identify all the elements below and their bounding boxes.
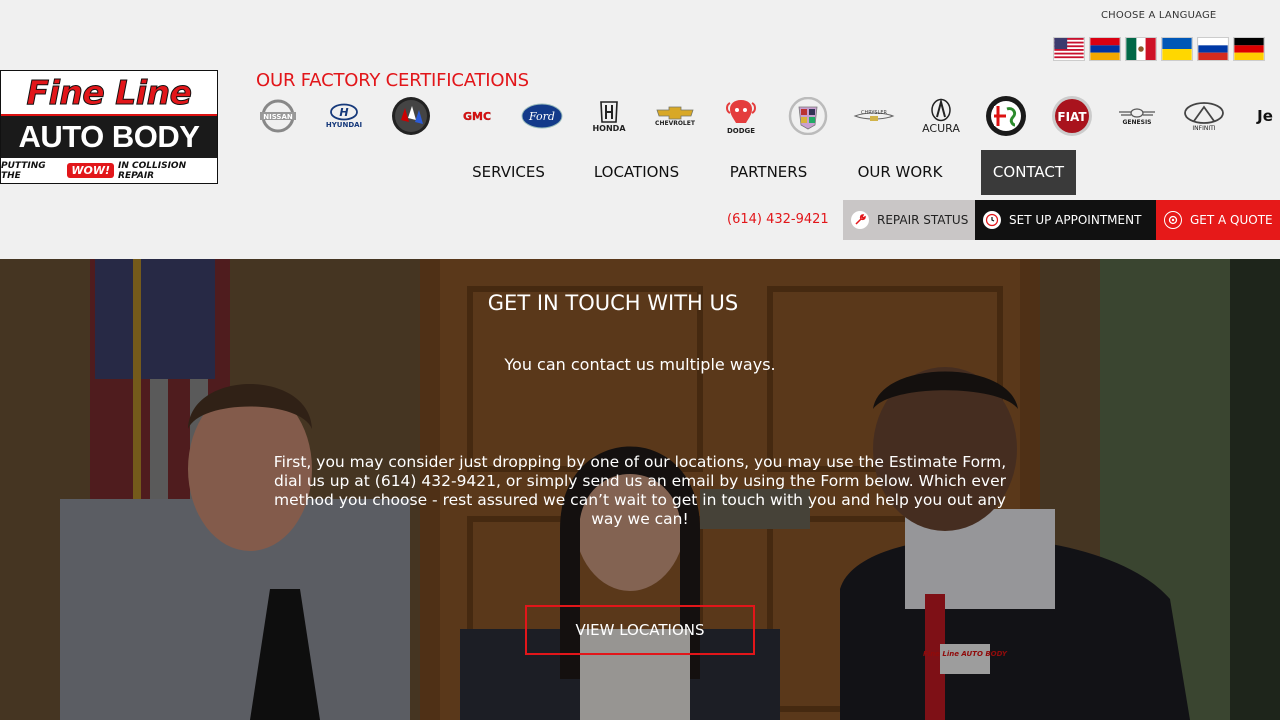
dodge-logo[interactable]: DODGE <box>718 94 764 138</box>
jeep-label: Je <box>1257 107 1273 125</box>
clock-icon <box>983 211 1001 229</box>
ford-logo[interactable]: Ford <box>520 94 564 138</box>
repair-status-button[interactable]: REPAIR STATUS <box>843 200 975 240</box>
chrysler-logo[interactable]: CHRYSLER <box>852 94 896 138</box>
dodge-label: DODGE <box>726 127 756 135</box>
alfa-romeo-logo[interactable] <box>984 94 1028 138</box>
nav-our-work[interactable]: OUR WORK <box>846 150 954 195</box>
gmc-logo[interactable]: GMC <box>454 94 500 138</box>
germany-flag-icon[interactable] <box>1233 37 1265 61</box>
nav-services[interactable]: SERVICES <box>462 150 555 195</box>
hyundai-logo[interactable]: H HYUNDAI <box>320 94 368 138</box>
get-quote-button[interactable]: GET A QUOTE <box>1156 200 1280 240</box>
acura-logo[interactable]: ACURA <box>918 94 964 138</box>
chevrolet-label: CHEVROLET <box>655 119 695 127</box>
language-flags <box>1053 37 1265 61</box>
appointment-button[interactable]: SET UP APPOINTMENT <box>975 200 1156 240</box>
appointment-label: SET UP APPOINTMENT <box>1009 213 1142 227</box>
jeep-logo[interactable]: Je <box>1250 94 1280 138</box>
site-logo[interactable]: Fine Line AUTO BODY PUTTING THE WOW! IN … <box>0 70 218 184</box>
hero-subtitle: You can contact us multiple ways. <box>504 355 776 374</box>
nav-locations[interactable]: LOCATIONS <box>583 150 690 195</box>
site-header: CHOOSE A LANGUAGE Fine Line AUTO BODY PU… <box>0 0 1280 259</box>
phone-link[interactable]: (614) 432-9421 <box>727 212 829 227</box>
get-quote-label: GET A QUOTE <box>1190 213 1273 227</box>
logo-line2: AUTO BODY <box>18 119 200 154</box>
russia-flag-icon[interactable] <box>1197 37 1229 61</box>
hyundai-label: HYUNDAI <box>325 121 363 129</box>
brand-logos-strip: NISSAN H HYUNDAI GMC Ford HONDA CHEVROLE… <box>256 94 1280 138</box>
chevrolet-logo[interactable]: CHEVROLET <box>652 94 698 138</box>
genesis-logo[interactable]: GENESIS <box>1114 94 1160 138</box>
repair-status-label: REPAIR STATUS <box>877 213 969 227</box>
view-locations-button[interactable]: VIEW LOCATIONS <box>525 605 755 655</box>
honda-label: HONDA <box>592 123 626 133</box>
nissan-logo[interactable]: NISSAN <box>256 94 300 138</box>
chrysler-label: CHRYSLER <box>861 110 888 116</box>
nav-partners[interactable]: PARTNERS <box>718 150 819 195</box>
infiniti-logo[interactable]: INFINITI <box>1180 94 1228 138</box>
hero-body-text: First, you may consider just dropping by… <box>273 453 1007 528</box>
certifications-title: OUR FACTORY CERTIFICATIONS <box>256 70 529 91</box>
nav-contact[interactable]: CONTACT <box>981 150 1076 195</box>
hero-title: GET IN TOUCH WITH US <box>487 291 739 315</box>
cadillac-logo[interactable] <box>786 94 830 138</box>
armenia-flag-icon[interactable] <box>1089 37 1121 61</box>
acura-label: ACURA <box>922 121 960 135</box>
mexico-flag-icon[interactable] <box>1125 37 1157 61</box>
logo-tagline-post: IN COLLISION REPAIR <box>118 160 187 181</box>
genesis-label: GENESIS <box>1122 118 1152 126</box>
infiniti-label: INFINITI <box>1192 124 1216 132</box>
language-label: CHOOSE A LANGUAGE <box>1101 10 1217 21</box>
fiat-label: FIAT <box>1057 110 1087 124</box>
buick-logo[interactable] <box>390 94 432 138</box>
gmc-label: GMC <box>463 110 491 123</box>
nissan-label: NISSAN <box>263 113 293 121</box>
honda-logo[interactable]: HONDA <box>586 94 632 138</box>
svg-text:H: H <box>339 106 348 119</box>
ukraine-flag-icon[interactable] <box>1161 37 1193 61</box>
logo-tagline-wow: WOW! <box>67 163 115 178</box>
wrench-icon <box>851 211 869 229</box>
fiat-logo[interactable]: FIAT <box>1050 94 1094 138</box>
gear-icon <box>1164 211 1182 229</box>
logo-tagline: PUTTING THE WOW! IN COLLISION REPAIR <box>1 158 217 183</box>
us-flag-icon[interactable] <box>1053 37 1085 61</box>
logo-line1: Fine Line <box>26 73 192 113</box>
contact-hero: Fine Line AUTO BODY GET IN TOUCH WITH US… <box>0 259 1280 720</box>
ford-label: Ford <box>528 110 555 123</box>
logo-tagline-pre: PUTTING THE <box>1 160 46 181</box>
